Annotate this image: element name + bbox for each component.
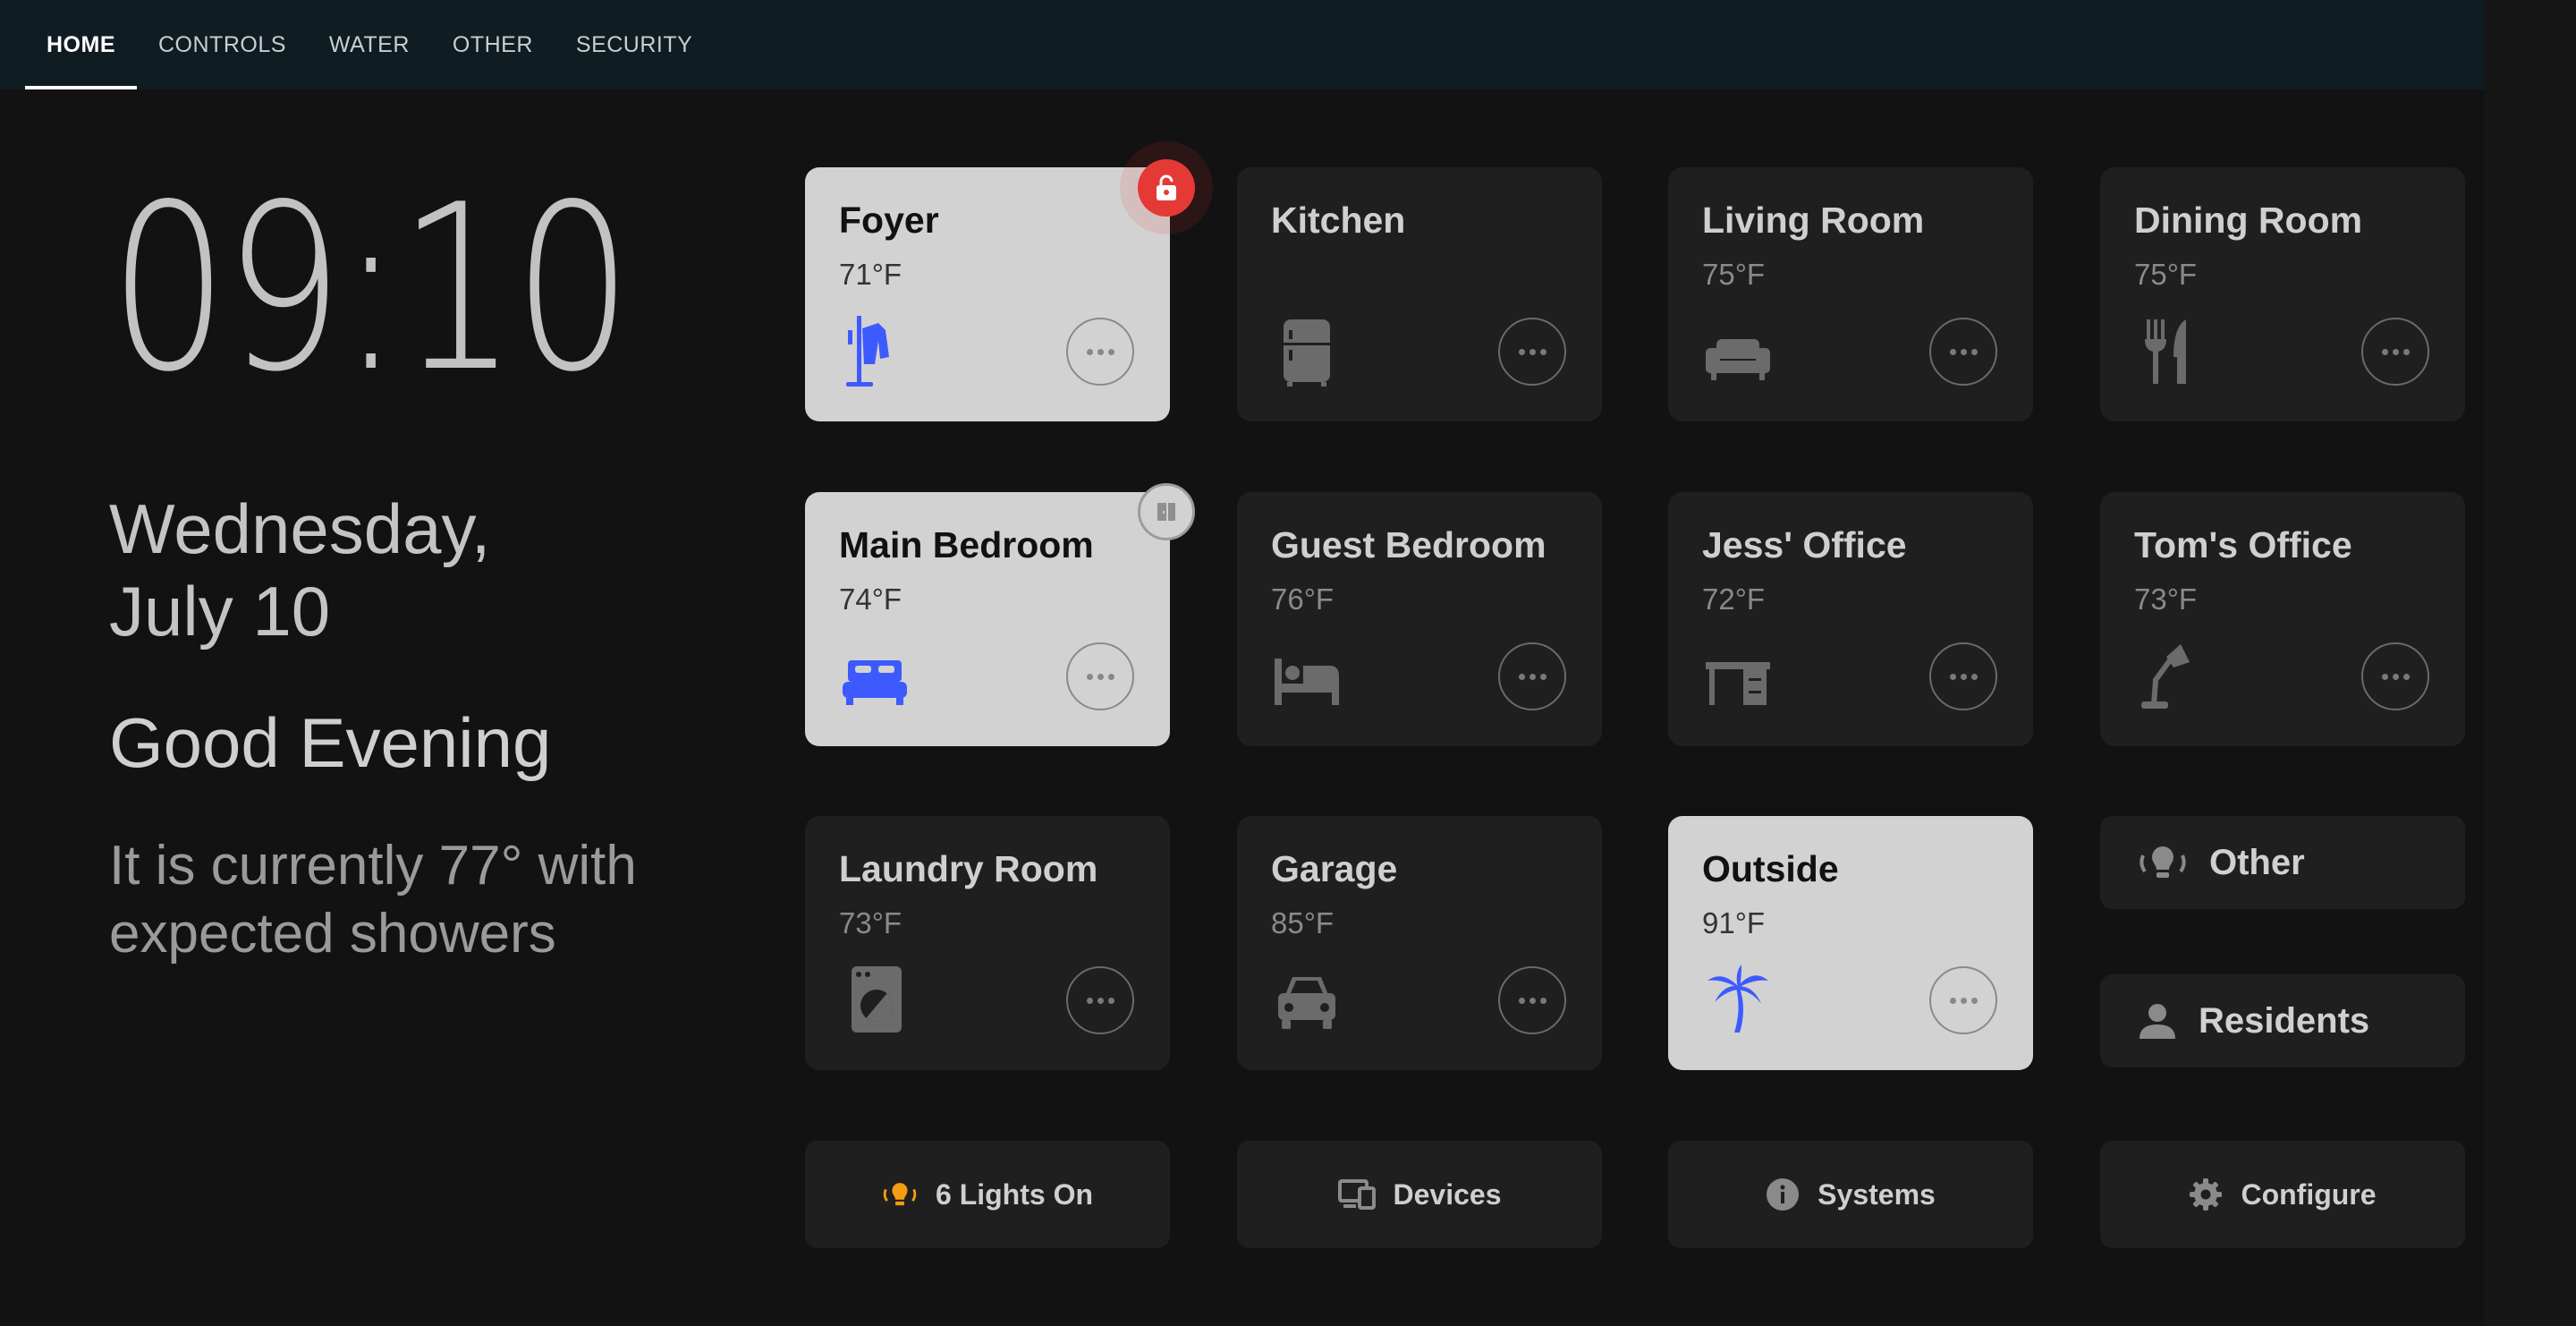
room-name: Kitchen — [1271, 200, 1406, 241]
side-strip — [2485, 0, 2576, 1326]
fork-knife-icon — [2145, 319, 2186, 384]
residents-button[interactable]: Residents — [2100, 974, 2465, 1067]
room-card-garage[interactable]: Garage 85°F — [1237, 816, 1602, 1070]
bed-icon — [1275, 659, 1339, 705]
more-options-button[interactable] — [1929, 966, 1997, 1034]
person-icon — [2140, 1004, 2175, 1039]
other-label: Other — [2209, 842, 2305, 882]
bed-double-icon — [843, 660, 907, 705]
configure-label: Configure — [2241, 1177, 2377, 1211]
room-temp: 91°F — [1702, 906, 1766, 939]
weather-line-2: expected showers — [109, 903, 556, 965]
configure-button[interactable]: Configure — [2100, 1141, 2465, 1248]
more-options-button[interactable] — [1498, 966, 1566, 1034]
desk-lamp-icon — [2141, 644, 2190, 709]
weather-summary: It is currently 77° with expected shower… — [109, 832, 789, 968]
room-name: Dining Room — [2134, 200, 2363, 241]
room-name: Main Bedroom — [839, 524, 1094, 565]
more-options-button[interactable] — [2361, 318, 2429, 386]
unlocked-lock-icon[interactable] — [1138, 159, 1195, 217]
tab-home[interactable]: HOME — [25, 0, 137, 89]
room-name: Outside — [1702, 848, 1839, 889]
room-card-laundry-room[interactable]: Laundry Room 73°F — [805, 816, 1170, 1070]
room-temp: 73°F — [839, 906, 902, 939]
lights-icon — [2140, 846, 2186, 878]
room-card-toms-office[interactable]: Tom's Office 73°F — [2100, 492, 2465, 746]
room-temp: 73°F — [2134, 582, 2198, 616]
room-temp: 76°F — [1271, 582, 1335, 616]
room-temp: 75°F — [1702, 258, 1766, 291]
lights-on-icon — [883, 1183, 917, 1206]
car-icon — [1278, 977, 1335, 1029]
more-options-button[interactable] — [1498, 642, 1566, 710]
room-temp: 85°F — [1271, 906, 1335, 939]
more-options-button[interactable] — [2361, 642, 2429, 710]
top-nav: HOME CONTROLS WATER OTHER SECURITY — [0, 0, 2485, 89]
sofa-icon — [1706, 339, 1770, 380]
room-card-main-bedroom[interactable]: Main Bedroom 74°F — [805, 492, 1170, 746]
room-card-dining-room[interactable]: Dining Room 75°F — [2100, 167, 2465, 421]
more-options-button[interactable] — [1066, 642, 1134, 710]
door-icon[interactable] — [1138, 483, 1195, 540]
fridge-icon — [1284, 319, 1330, 387]
tab-controls[interactable]: CONTROLS — [137, 0, 308, 89]
tab-other[interactable]: OTHER — [431, 0, 555, 89]
other-button[interactable]: Other — [2100, 816, 2465, 909]
devices-label: Devices — [1393, 1177, 1502, 1211]
room-name: Foyer — [839, 200, 939, 241]
room-name: Guest Bedroom — [1271, 524, 1546, 565]
room-temp: 74°F — [839, 582, 902, 616]
residents-label: Residents — [2199, 1000, 2370, 1041]
lights-on-button[interactable]: 6 Lights On — [805, 1141, 1170, 1248]
lights-on-label: 6 Lights On — [936, 1177, 1093, 1211]
room-card-kitchen[interactable]: Kitchen — [1237, 167, 1602, 421]
room-card-living-room[interactable]: Living Room 75°F — [1668, 167, 2033, 421]
room-name: Tom's Office — [2134, 524, 2352, 565]
room-temp: 71°F — [839, 258, 902, 291]
room-temp: 75°F — [2134, 258, 2198, 291]
room-card-guest-bedroom[interactable]: Guest Bedroom 76°F — [1237, 492, 1602, 746]
desk-icon — [1706, 662, 1770, 705]
room-name: Jess' Office — [1702, 524, 1907, 565]
more-options-button[interactable] — [1498, 318, 1566, 386]
more-options-button[interactable] — [1929, 642, 1997, 710]
room-name: Living Room — [1702, 200, 1925, 241]
more-options-button[interactable] — [1066, 318, 1134, 386]
room-name: Garage — [1271, 848, 1398, 889]
weather-line-1: It is currently 77° with — [109, 835, 637, 897]
clock: 09:10 — [109, 156, 632, 422]
room-name: Laundry Room — [839, 848, 1098, 889]
systems-label: Systems — [1818, 1177, 1936, 1211]
room-temp: 72°F — [1702, 582, 1766, 616]
systems-button[interactable]: Systems — [1668, 1141, 2033, 1248]
devices-icon — [1337, 1179, 1376, 1210]
date-day: July 10 — [109, 572, 331, 650]
room-card-outside[interactable]: Outside 91°F — [1668, 816, 2033, 1070]
devices-button[interactable]: Devices — [1237, 1141, 1602, 1248]
info-icon — [1767, 1178, 1800, 1211]
more-options-button[interactable] — [1929, 318, 1997, 386]
more-options-button[interactable] — [1066, 966, 1134, 1034]
tab-security[interactable]: SECURITY — [555, 0, 714, 89]
gear-icon — [2190, 1178, 2223, 1211]
washing-machine-icon — [852, 966, 902, 1033]
room-card-jess-office[interactable]: Jess' Office 72°F — [1668, 492, 2033, 746]
palm-tree-icon — [1707, 965, 1768, 1033]
date: Wednesday, July 10 — [109, 488, 490, 652]
tab-water[interactable]: WATER — [308, 0, 431, 89]
date-weekday: Wednesday, — [109, 489, 491, 568]
coat-rack-icon — [846, 316, 889, 387]
room-card-foyer[interactable]: Foyer 71°F — [805, 167, 1170, 421]
greeting: Good Evening — [109, 703, 552, 782]
